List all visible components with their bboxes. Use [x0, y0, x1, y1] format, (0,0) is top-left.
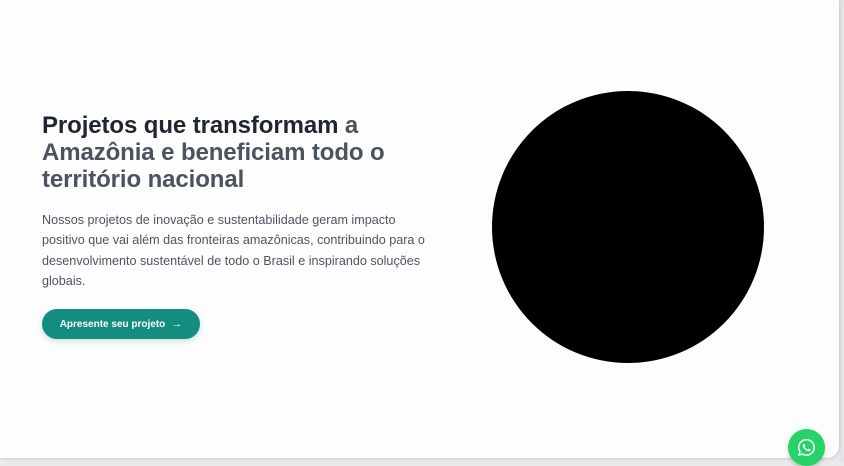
hero-title: Projetos que transformam a Amazônia e be…	[42, 112, 442, 193]
hero-image	[492, 91, 764, 363]
hero-description: Nossos projetos de inovação e sustentabi…	[42, 213, 425, 288]
hero-section: Projetos que transformam a Amazônia e be…	[0, 0, 839, 458]
arrow-right-icon: →	[171, 317, 183, 330]
whatsapp-icon	[797, 438, 815, 456]
page-edge	[839, 0, 844, 462]
present-project-button[interactable]: Apresente seu projeto →	[42, 309, 200, 339]
present-project-label: Apresente seu projeto	[59, 318, 166, 330]
whatsapp-button[interactable]	[788, 429, 825, 466]
hero-title-emphasis: Projetos que transformam	[42, 112, 339, 139]
